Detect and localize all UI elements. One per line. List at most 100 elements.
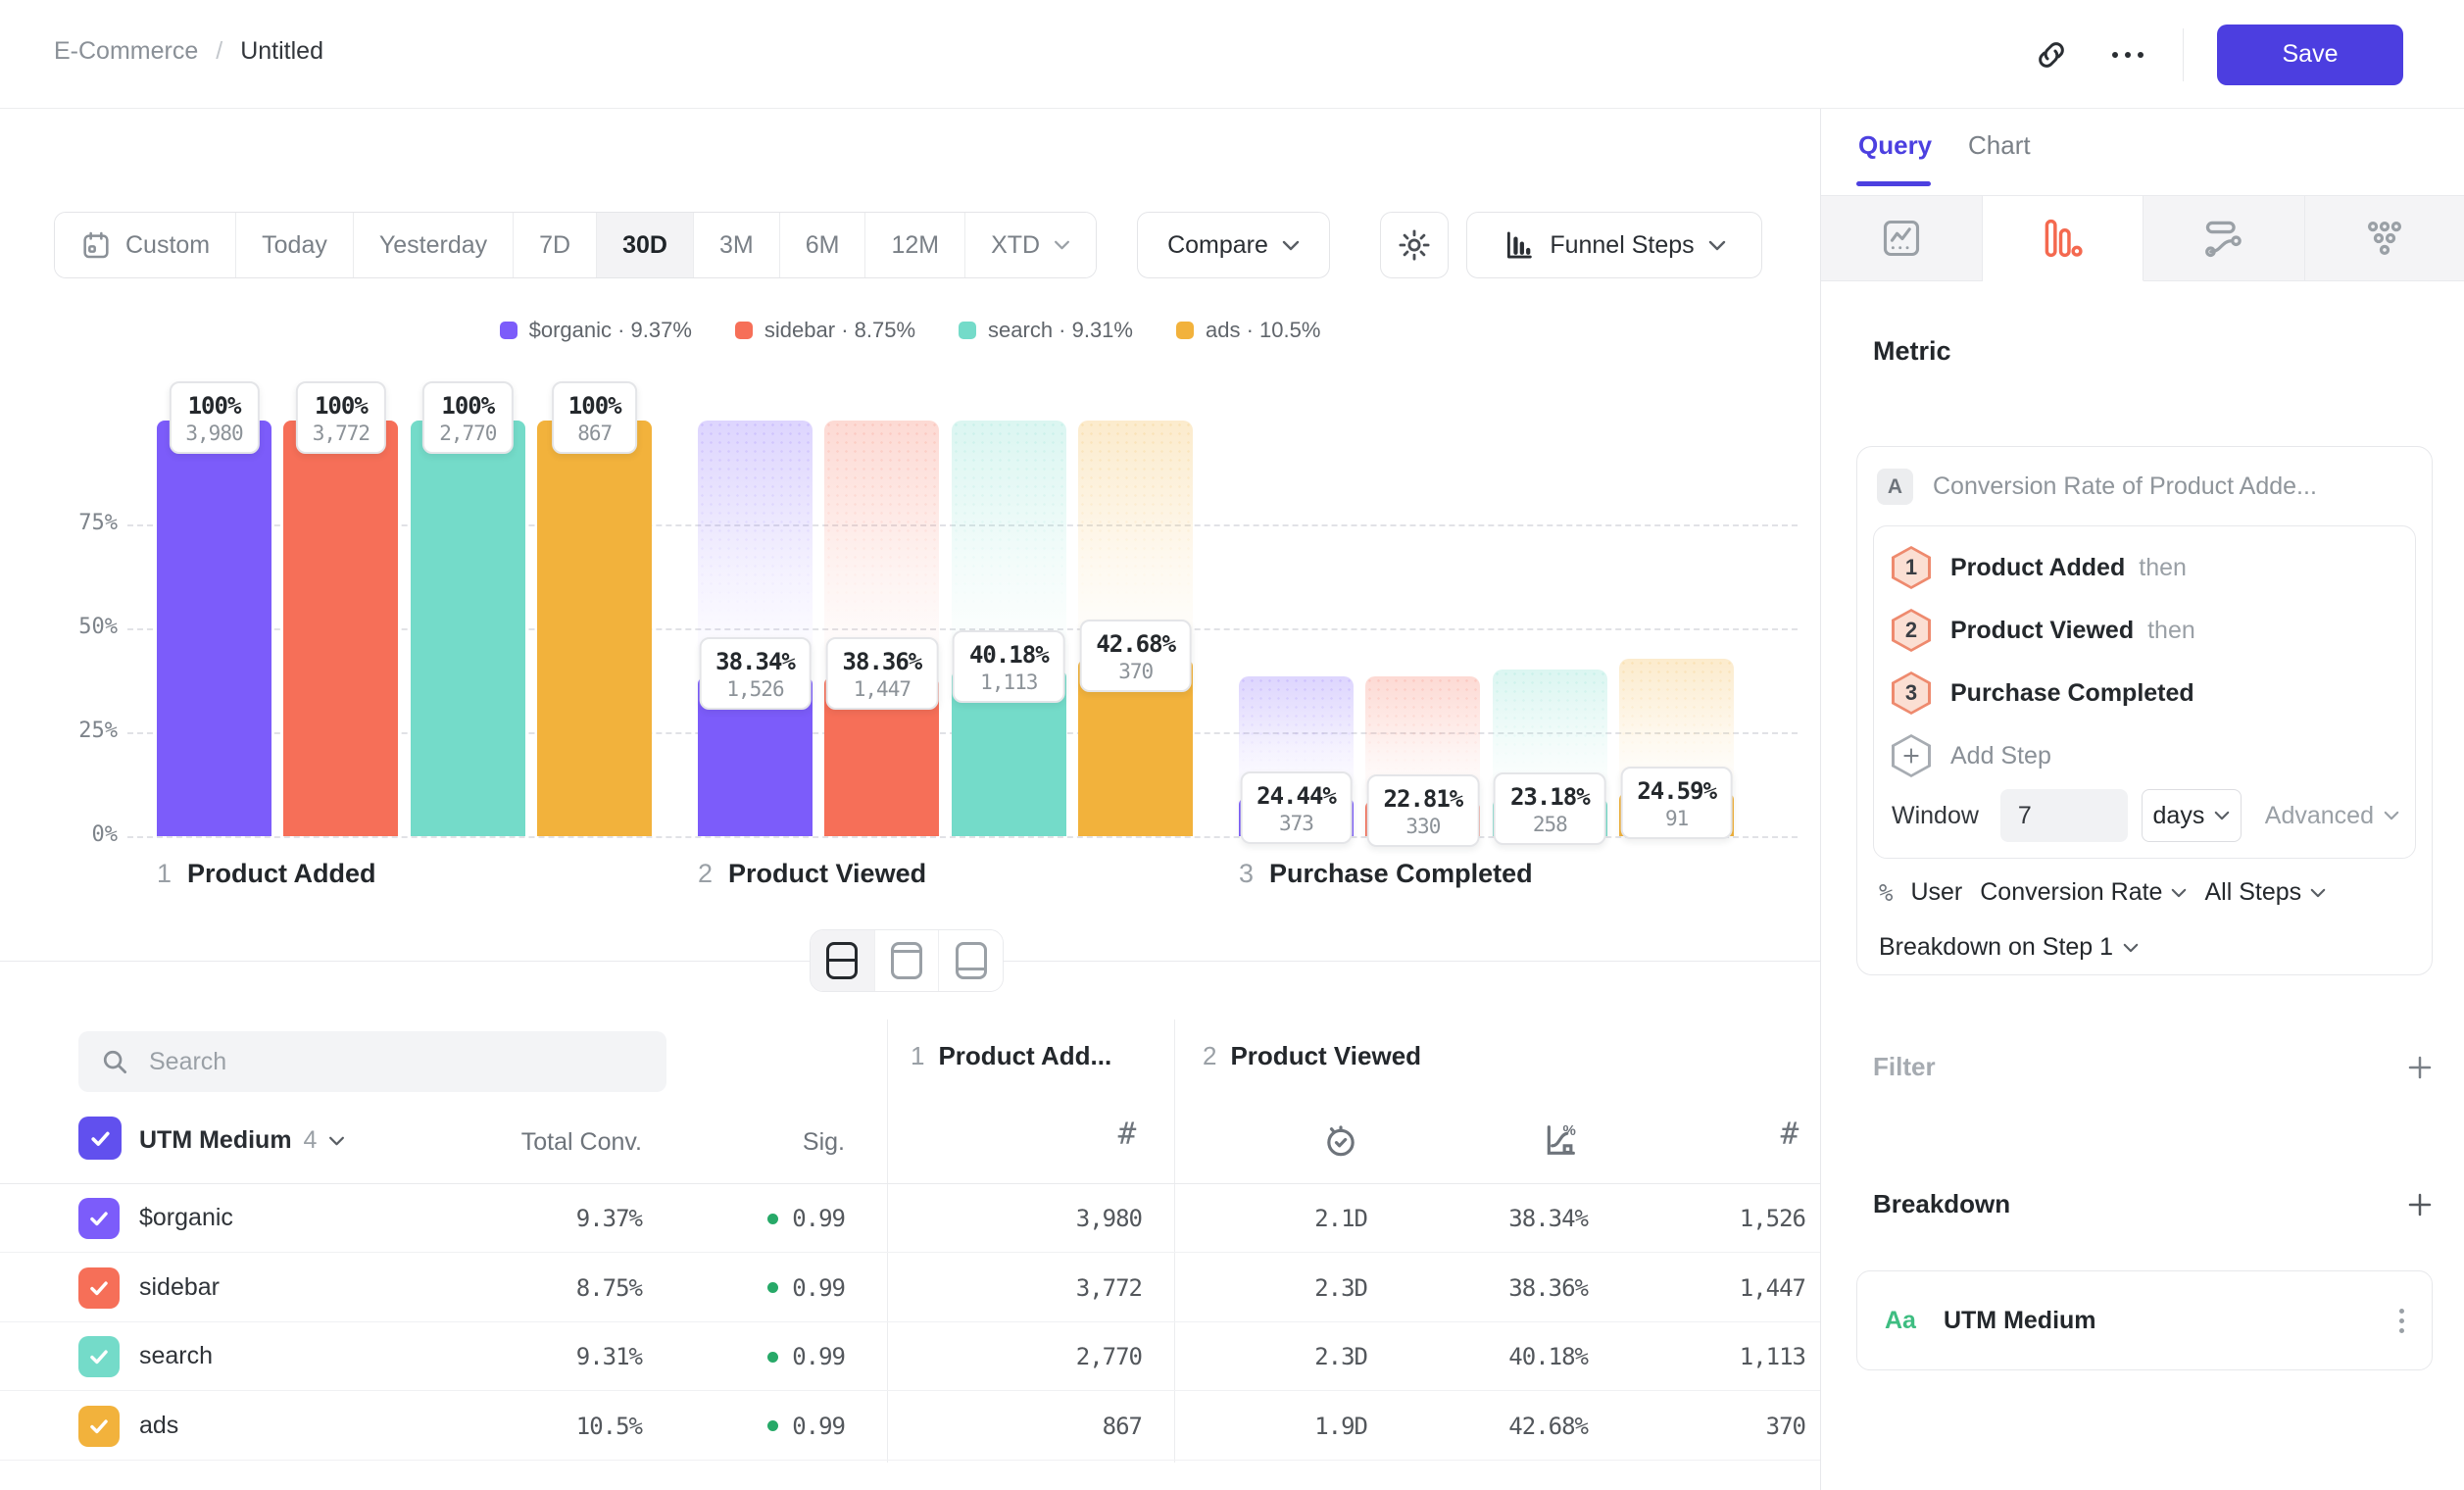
row-total-conv: 8.75% [576,1274,642,1302]
view-toggle-split[interactable] [811,930,875,991]
row-step2-conv: 40.18% [1508,1343,1588,1370]
bar-conversion-pct: 38.36% [843,648,922,675]
bar-conversion-pct: 23.18% [1510,783,1590,811]
step-suffix: then [2139,554,2187,582]
count-column-icon[interactable]: # [1096,1117,1158,1152]
significance-dot [767,1420,778,1431]
group-step-number: 2 [1203,1041,1216,1071]
bar-value-label: 100%3,772 [296,381,386,454]
row-checkbox[interactable] [78,1406,120,1447]
advanced-label: Advanced [2265,802,2374,830]
filter-section-header: Filter [1873,1052,2435,1082]
table-header: UTM Medium 4 Total Conv. Sig. # % # [0,1103,1820,1184]
view-toggle-table[interactable] [939,930,1003,991]
window-unit-select[interactable]: days [2142,789,2242,842]
add-filter-button[interactable] [2405,1053,2435,1082]
row-step1-count: 3,772 [1076,1274,1142,1302]
metric-step-2[interactable]: 2Product Viewedthen [1892,601,2399,660]
link-icon [2035,38,2068,72]
row-significance: 0.99 [767,1274,845,1302]
table-row: search9.31%0.992,7702.3D40.18%1,113 [0,1322,1820,1391]
funnel-bar[interactable] [157,421,271,836]
significance-dot [767,1352,778,1363]
add-step-hexagon-icon [1892,734,1931,777]
row-total-conv: 9.37% [576,1205,642,1232]
bar-conversion-pct: 24.59% [1637,777,1716,805]
tab-chart[interactable]: Chart [1968,130,2031,161]
tab-grid-more[interactable] [2305,196,2464,281]
breakdown-property-card[interactable]: Aa UTM Medium [1856,1270,2433,1370]
row-checkbox[interactable] [78,1198,120,1239]
time-to-convert-icon[interactable] [1313,1120,1368,1160]
metric-heading: Metric [1873,336,1951,367]
y-axis-tick: 25% [29,719,118,743]
row-checkbox[interactable] [78,1267,120,1309]
bar-value-label: 22.81%330 [1367,774,1480,847]
search-box [78,1031,666,1092]
topbar-divider [2183,28,2184,81]
row-name[interactable]: ads [139,1412,178,1440]
bar-count: 1,113 [969,670,1049,694]
filter-heading: Filter [1873,1052,1936,1082]
breadcrumb-page[interactable]: Untitled [240,37,323,66]
breakdown-on-step-select[interactable]: Breakdown on Step 1 [1879,933,2139,962]
kebab-menu-icon[interactable] [2399,1309,2404,1333]
bar-count: 330 [1384,815,1463,838]
percent-icon: % [1879,879,1893,907]
bar-count: 258 [1510,813,1590,836]
metric-step-3[interactable]: 3Purchase Completed [1892,664,2399,722]
tab-line-chart[interactable] [1821,196,1983,281]
select-all-checkbox[interactable] [78,1117,122,1160]
row-name[interactable]: sidebar [139,1273,220,1302]
window-value-input[interactable] [2000,789,2128,842]
metric-step-1[interactable]: 1Product Addedthen [1892,538,2399,597]
funnel-bar[interactable] [537,421,652,836]
conversion-rate-column-icon[interactable]: % [1533,1120,1588,1160]
row-significance: 0.99 [767,1343,845,1370]
bar-count: 1,447 [843,677,922,701]
row-total-conv: 9.31% [576,1343,642,1370]
more-menu-button[interactable] [2106,33,2149,76]
tab-query[interactable]: Query [1858,130,1932,161]
advanced-toggle[interactable]: Advanced [2265,802,2399,830]
row-checkbox[interactable] [78,1336,120,1377]
breadcrumb-project[interactable]: E-Commerce [54,37,198,66]
metric-step-label: Product Added [1950,554,2125,582]
share-link-button[interactable] [2030,33,2073,76]
tab-flows-chart[interactable] [2144,196,2305,281]
conversion-rate-select[interactable]: Conversion Rate [1980,878,2187,907]
table-group-column[interactable]: UTM Medium 4 [139,1126,345,1155]
measured-as-user[interactable]: User [1910,878,1962,907]
add-breakdown-button[interactable] [2405,1190,2435,1219]
search-input[interactable] [149,1048,645,1076]
bar-value-label: 38.34%1,526 [699,637,812,710]
app-window: E-Commerce / Untitled Save CustomTodayYe… [0,0,2464,1490]
row-step2-count: 370 [1766,1413,1805,1440]
view-toggle-chart[interactable] [875,930,940,991]
all-steps-select[interactable]: All Steps [2204,878,2326,907]
funnel-bar[interactable] [411,421,525,836]
tab-funnel-chart[interactable] [1983,196,2144,281]
row-step2-count: 1,526 [1740,1205,1805,1232]
column-header-sig[interactable]: Sig. [803,1128,845,1157]
bar-count: 1,526 [715,677,795,701]
count-column-icon[interactable]: # [1758,1117,1821,1152]
metric-title-row[interactable]: A Conversion Rate of Product Adde... [1877,469,2317,505]
grid-dots-icon [2363,217,2406,260]
bar-conversion-pct: 100% [568,392,621,420]
step-hexagon-badge: 3 [1892,671,1931,715]
funnel-bar[interactable] [283,421,398,836]
table-row: ads10.5%0.998671.9D42.68%370 [0,1392,1820,1461]
row-name[interactable]: $organic [139,1204,233,1232]
bar-value-label: 24.59%91 [1620,767,1733,839]
save-button[interactable]: Save [2217,25,2403,85]
add-step-button[interactable]: Add Step [1892,726,2399,785]
active-tab-underline [1856,181,1931,186]
row-step2-conv: 38.36% [1508,1274,1588,1302]
bar-conversion-pct: 38.34% [715,648,795,675]
row-step2-conv: 42.68% [1508,1413,1588,1440]
row-avg-time: 2.3D [1314,1343,1367,1370]
row-name[interactable]: search [139,1342,213,1370]
column-header-total-conv[interactable]: Total Conv. [521,1128,642,1157]
breakdown-on-label: Breakdown on Step 1 [1879,933,2113,962]
